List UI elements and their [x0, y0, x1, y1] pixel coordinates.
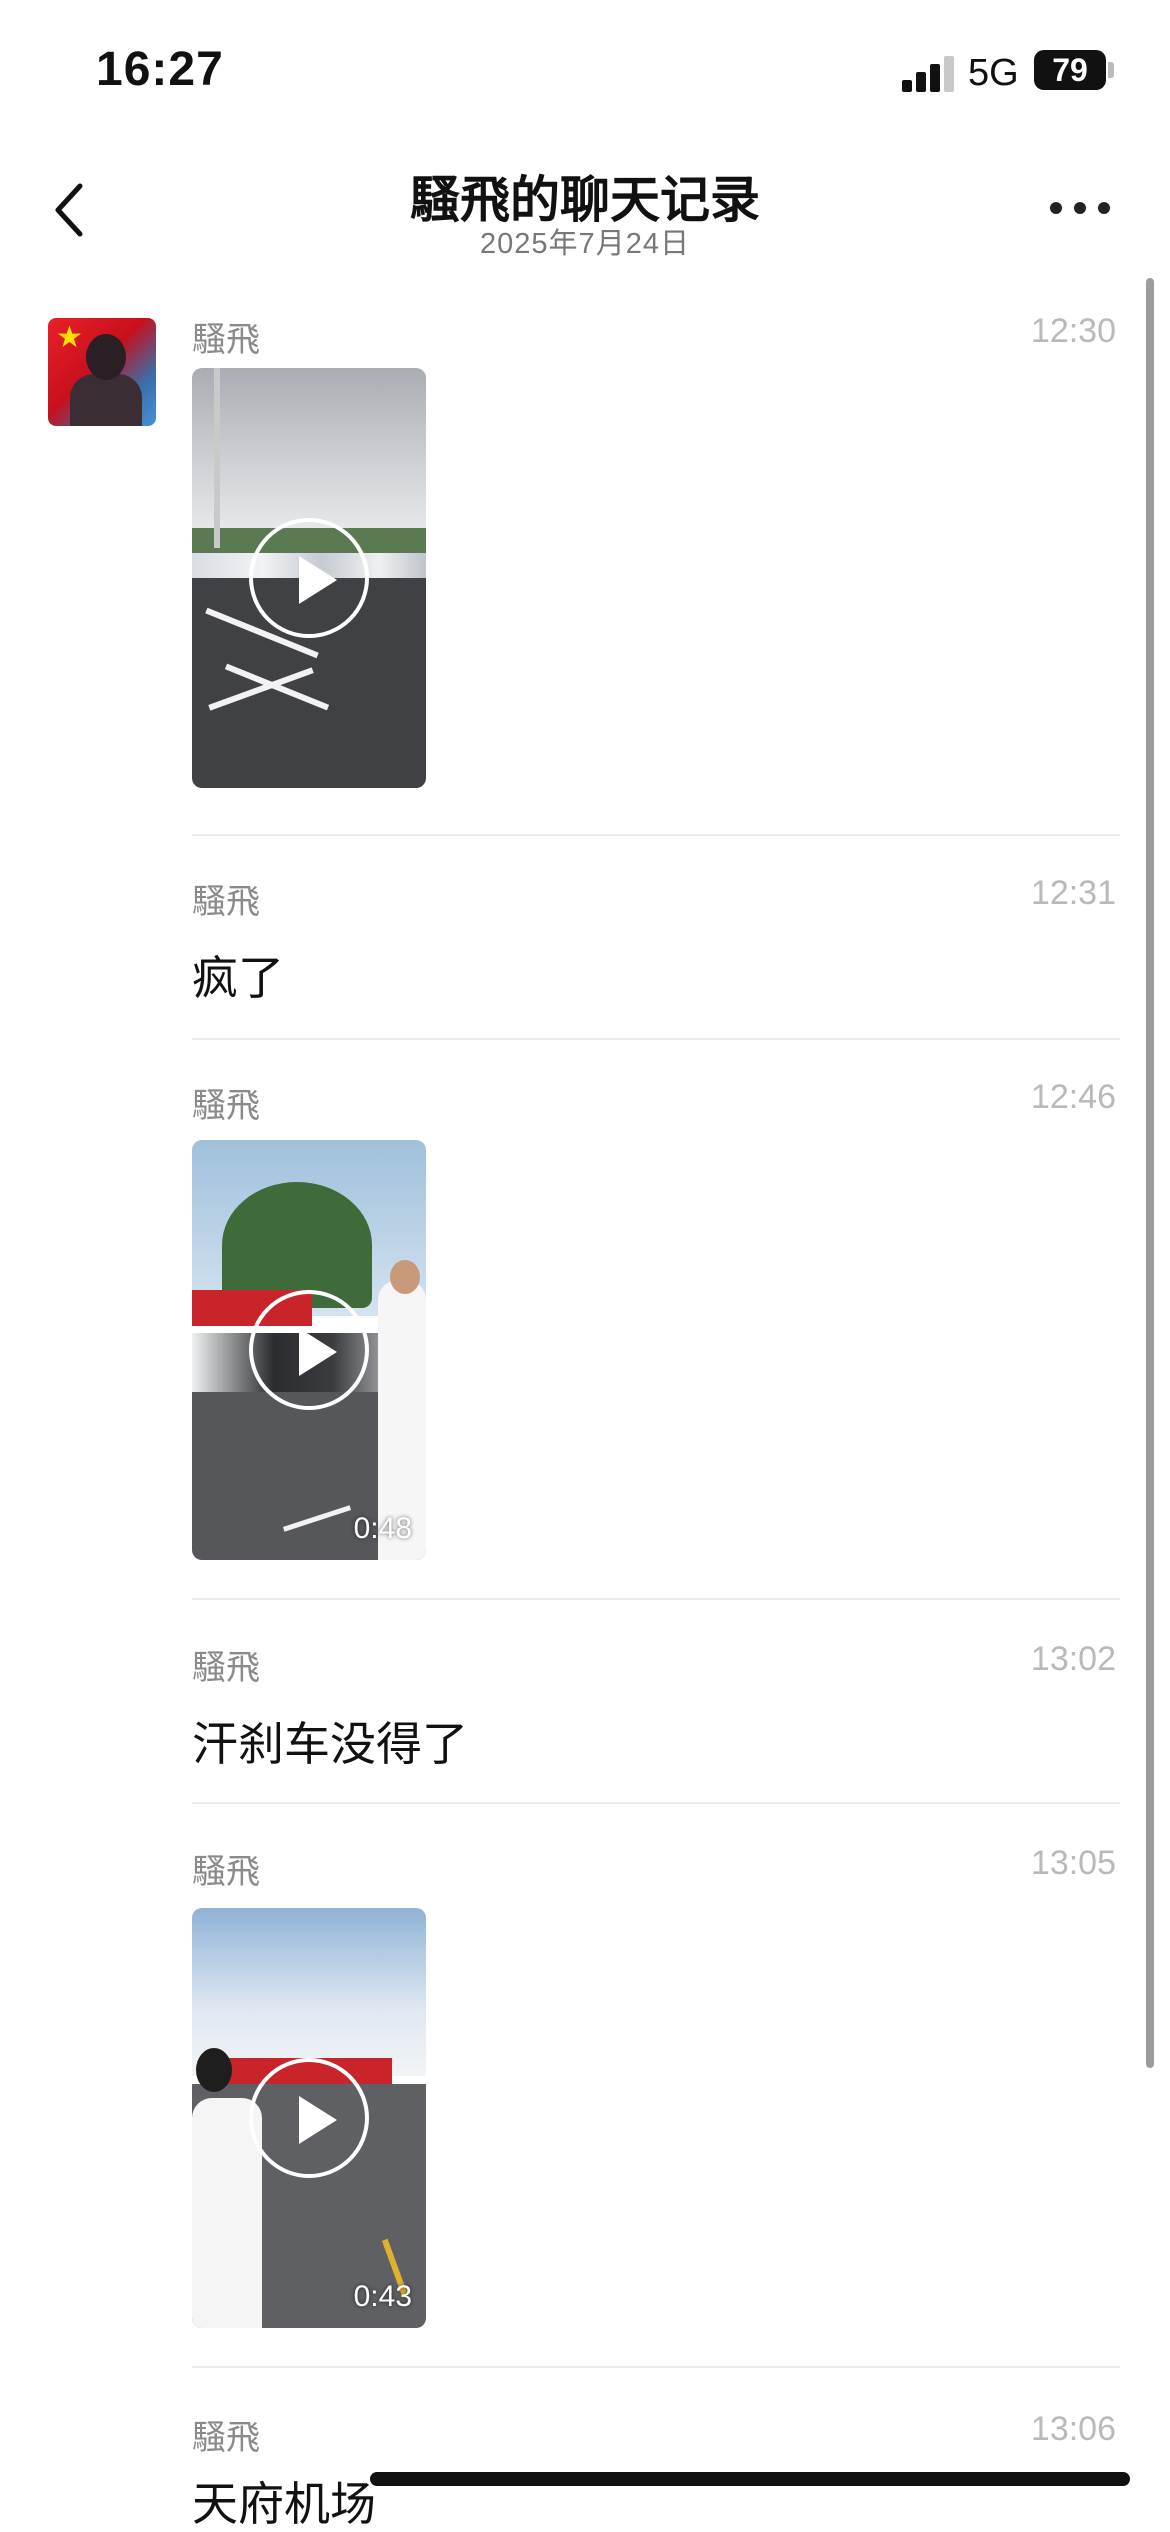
- message-sender: 騷飛: [192, 2419, 260, 2457]
- divider: [192, 2366, 1120, 2368]
- message-item: 騷飛 12:46 0:48: [192, 1078, 1120, 1578]
- home-indicator[interactable]: [370, 2472, 1130, 2486]
- status-bar: 16:27 5G 79: [0, 0, 1170, 150]
- video-duration: 0:48: [353, 1512, 412, 1545]
- divider: [192, 834, 1120, 836]
- message-sender: 騷飛: [192, 1649, 260, 1687]
- message-time: 13:02: [1030, 1640, 1116, 1678]
- message-item: 騷飛 13:05 0:43: [192, 1844, 1120, 2344]
- play-icon[interactable]: [249, 1290, 369, 1410]
- avatar[interactable]: ★: [48, 318, 156, 426]
- divider: [192, 1802, 1120, 1804]
- video-thumbnail[interactable]: 0:43: [192, 1908, 426, 2328]
- message-sender: 騷飛: [192, 883, 260, 921]
- flag-star-icon: ★: [56, 321, 83, 354]
- play-icon[interactable]: [249, 518, 369, 638]
- status-time: 16:27: [96, 43, 224, 96]
- message-item: 騷飛 12:31 疯了: [192, 874, 1120, 1034]
- message-sender: 騷飛: [192, 1087, 260, 1125]
- scrollbar[interactable]: [1146, 278, 1154, 2068]
- divider: [192, 1038, 1120, 1040]
- page-subtitle: 2025年7月24日: [480, 228, 690, 260]
- video-thumbnail[interactable]: [192, 368, 426, 788]
- battery-cap: [1108, 62, 1114, 78]
- message-time: 12:46: [1030, 1078, 1116, 1116]
- battery-icon: 79: [1034, 50, 1106, 90]
- video-duration: 0:43: [353, 2280, 412, 2313]
- signal-icon: [902, 56, 958, 92]
- video-thumbnail[interactable]: 0:48: [192, 1140, 426, 1560]
- network-type: 5G: [968, 52, 1019, 94]
- message-time: 13:05: [1030, 1844, 1116, 1882]
- navigation-bar: 騷飛的聊天记录 2025年7月24日: [0, 150, 1170, 270]
- message-text: 汗刹车没得了: [192, 1718, 468, 1770]
- play-icon[interactable]: [249, 2058, 369, 2178]
- message-time: 12:30: [1030, 312, 1116, 350]
- divider: [192, 1598, 1120, 1600]
- message-time: 13:06: [1030, 2410, 1116, 2448]
- message-sender: 騷飛: [192, 321, 260, 359]
- message-item: 騷飛 13:02 汗刹车没得了: [192, 1640, 1120, 1800]
- message-item: 騷飛 13:06 天府机场: [192, 2410, 1120, 2532]
- message-item: 騷飛 12:30: [192, 312, 1120, 812]
- message-text: 天府机场: [192, 2478, 376, 2530]
- more-icon[interactable]: [1050, 198, 1114, 218]
- message-time: 12:31: [1030, 874, 1116, 912]
- message-sender: 騷飛: [192, 1853, 260, 1891]
- message-text: 疯了: [192, 952, 284, 1004]
